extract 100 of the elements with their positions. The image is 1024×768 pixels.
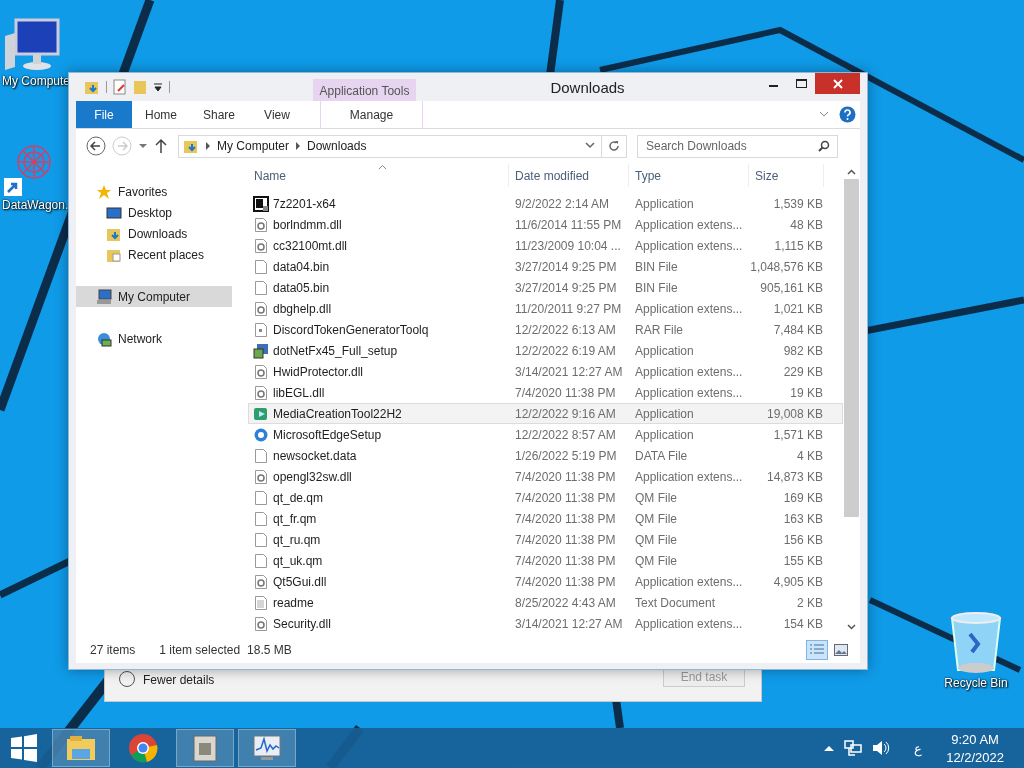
new-folder-icon: [133, 79, 147, 95]
file-row[interactable]: data05.bin 3/27/2014 9:25 PM BIN File 905,161 KB: [248, 277, 843, 298]
dropdown-icon[interactable]: [153, 82, 163, 92]
size-cell-text: 229 KB: [782, 364, 824, 379]
refresh-button[interactable]: [601, 134, 627, 158]
file-name: HwidProtector.dll: [273, 364, 364, 379]
ribbon-tab[interactable]: File: [76, 101, 132, 128]
file-row[interactable]: qt_uk.qm 7/4/2020 11:38 PM QM File 155 KB: [248, 550, 843, 571]
file-row[interactable]: Qt5Gui.dll 7/4/2020 11:38 PM Application extens... 4,905 KB: [248, 571, 843, 592]
file-row[interactable]: DiscordTokenGeneratorToolq 12/2/2022 6:13 AM RAR File 7,484 KB: [248, 319, 843, 340]
nav-item[interactable]: Favorites: [76, 181, 232, 202]
file-row[interactable]: 7z2201-x64 9/2/2022 2:14 AM Application 1,539 KB: [248, 193, 843, 214]
volume-icon[interactable]: [872, 740, 891, 756]
breadcrumb-item[interactable]: My Computer: [217, 139, 290, 153]
nav-item[interactable]: Desktop: [76, 202, 232, 223]
folder-icon: [84, 79, 100, 95]
file-row[interactable]: MediaCreationTool22H2 12/2/2022 9:16 AM Application 19,008 KB: [248, 403, 843, 424]
nav-item[interactable]: Recent places: [76, 244, 232, 265]
date-cell-text: 3/27/2014 9:25 PM: [514, 259, 618, 274]
gear-file-icon: [253, 468, 269, 485]
installer-icon: [253, 342, 269, 359]
maximize-icon: [795, 79, 807, 88]
date-cell-text: 8/25/2022 4:43 AM: [514, 595, 617, 610]
file-row[interactable]: opengl32sw.dll 7/4/2020 11:38 PM Application extens... 14,873 KB: [248, 466, 843, 487]
clock[interactable]: 9:20 AM 12/2/2022: [946, 731, 1004, 765]
chevron-down-icon[interactable]: [819, 110, 829, 119]
help-icon[interactable]: [839, 106, 856, 123]
nav-item[interactable]: Network: [76, 328, 232, 349]
breadcrumb-item[interactable]: Downloads: [307, 139, 367, 153]
date-cell-text: 11/20/2011 9:27 PM: [514, 301, 623, 316]
file-name: MicrosoftEdgeSetup: [273, 427, 382, 442]
size-cell-text: 4,905 KB: [772, 574, 824, 589]
date-cell-text: 12/2/2022 9:16 AM: [514, 406, 617, 421]
date-cell-text: 12/2/2022 8:57 AM: [514, 427, 617, 442]
file-row[interactable]: cc32100mt.dll 11/23/2009 10:04 ... Application extens... 1,115 KB: [248, 235, 843, 256]
selection-size: 18.5 MB: [247, 642, 292, 657]
file-row[interactable]: newsocket.data 1/26/2022 5:19 PM DATA File 4 KB: [248, 445, 843, 466]
file-row[interactable]: qt_fr.qm 7/4/2020 11:38 PM QM File 163 KB: [248, 508, 843, 529]
date-cell-text: 7/4/2020 11:38 PM: [514, 553, 617, 568]
scroll-down-icon[interactable]: [847, 624, 856, 630]
file-icon: [253, 279, 269, 296]
file-icon: [253, 258, 269, 275]
type-cell-text: Application: [634, 427, 695, 442]
start-button[interactable]: [10, 734, 38, 762]
recycle-bin-icon: [948, 610, 1004, 676]
history-dropdown-button[interactable]: [138, 142, 148, 150]
file-name: dotNetFx45_Full_setup: [273, 343, 398, 358]
nav-item[interactable]: My Computer: [76, 286, 232, 307]
file-row[interactable]: MicrosoftEdgeSetup 12/2/2022 8:57 AM Application 1,571 KB: [248, 424, 843, 445]
column-header[interactable]: Date modified: [509, 164, 629, 187]
up-button[interactable]: [154, 138, 168, 154]
type-cell-text: Application: [634, 406, 695, 421]
details-toggle-link[interactable]: Fewer details: [143, 673, 655, 687]
search-field[interactable]: Search Downloads: [637, 134, 838, 158]
column-header[interactable]: Size: [749, 164, 824, 187]
file-icon: [253, 489, 269, 506]
type-cell-text: QM File: [634, 532, 678, 547]
file-row[interactable]: readme 8/25/2022 4:43 AM Text Document 2 KB: [248, 592, 843, 613]
file-row[interactable]: libEGL.dll 7/4/2020 11:38 PM Application extens... 19 KB: [248, 382, 843, 403]
size-cell-text: 19 KB: [789, 385, 824, 400]
file-name: newsocket.data: [273, 448, 357, 463]
size-cell-text: 156 KB: [782, 532, 824, 547]
size-cell-text: 48 KB: [789, 217, 824, 232]
file-row[interactable]: qt_de.qm 7/4/2020 11:38 PM QM File 169 KB: [248, 487, 843, 508]
file-row[interactable]: HwidProtector.dll 3/14/2021 12:27 AM Application extens... 229 KB: [248, 361, 843, 382]
file-row[interactable]: qt_ru.qm 7/4/2020 11:38 PM QM File 156 KB: [248, 529, 843, 550]
date-cell-text: 12/2/2022 6:13 AM: [514, 322, 617, 337]
scroll-thumb[interactable]: [844, 179, 859, 517]
file-row[interactable]: dotNetFx45_Full_setup 12/2/2022 6:19 AM Application 982 KB: [248, 340, 843, 361]
size-cell-text: 1,048,576 KB: [750, 259, 824, 274]
address-bar[interactable]: My Computer Downloads: [178, 134, 602, 158]
taskbar-app-button[interactable]: [52, 729, 110, 767]
input-language-indicator[interactable]: ع: [914, 740, 923, 756]
folder-icon: [183, 138, 199, 154]
performance-monitor-icon: [252, 734, 282, 762]
close-icon: [832, 78, 843, 89]
properties-icon: [113, 79, 127, 95]
chevron-down-icon[interactable]: [585, 142, 595, 150]
type-cell-text: BIN File: [634, 259, 679, 274]
context-tab-group: Application Tools: [313, 79, 416, 101]
back-button[interactable]: [86, 136, 106, 156]
gear-file-icon: [253, 573, 269, 590]
file-row[interactable]: borlndmm.dll 11/6/2014 11:55 PM Application extens... 48 KB: [248, 214, 843, 235]
file-row[interactable]: data04.bin 3/27/2014 9:25 PM BIN File 1,048,576 KB: [248, 256, 843, 277]
file-row[interactable]: dbghelp.dll 11/20/2011 9:27 PM Application extens... 1,021 KB: [248, 298, 843, 319]
nav-item[interactable]: Downloads: [76, 223, 232, 244]
file-icon: [253, 552, 269, 569]
date-cell-text: 11/6/2014 11:55 PM: [514, 217, 623, 232]
ribbon-tab[interactable]: Manage: [320, 101, 423, 128]
close-button[interactable]: [815, 73, 860, 94]
column-header[interactable]: Type: [629, 164, 749, 187]
show-hidden-icons-icon[interactable]: [824, 745, 835, 751]
column-header[interactable]: Name: [248, 164, 509, 187]
taskbar-app-button[interactable]: [176, 729, 234, 767]
file-row[interactable]: Security.dll 3/14/2021 12:27 AM Application extens... 154 KB: [248, 613, 843, 634]
network-icon[interactable]: [844, 740, 863, 756]
clock-date: 12/2/2022: [946, 749, 1004, 765]
date-cell-text: 3/14/2021 12:27 AM: [514, 616, 624, 631]
taskbar-app-button[interactable]: [238, 729, 296, 767]
scroll-up-icon[interactable]: [847, 169, 856, 175]
